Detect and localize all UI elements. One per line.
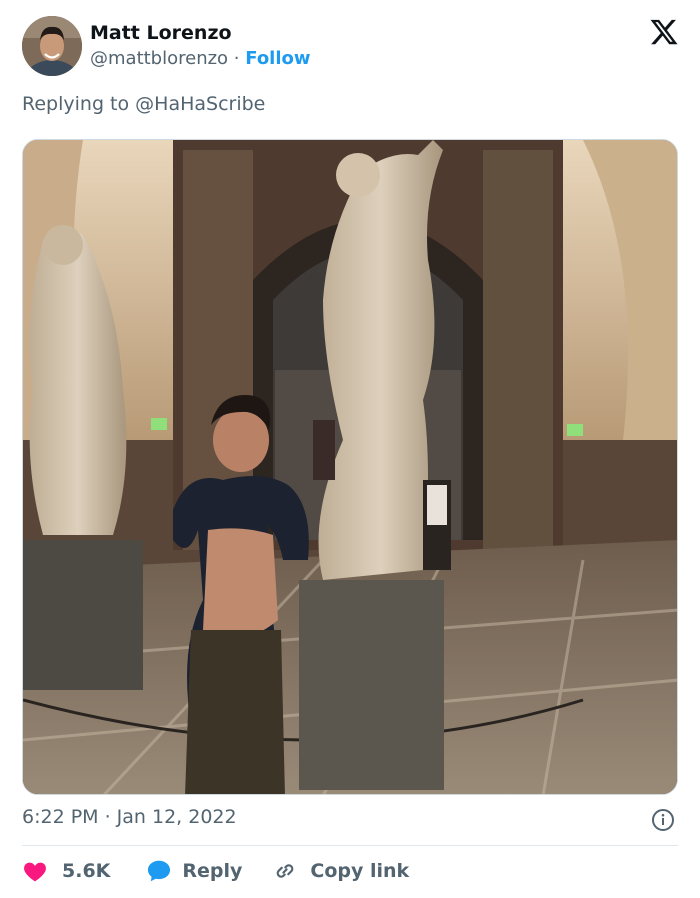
- like-count: 5.6K: [62, 860, 111, 882]
- follow-button[interactable]: Follow: [245, 48, 310, 69]
- speech-bubble-icon: [146, 858, 172, 884]
- replying-to-text[interactable]: Replying to @HaHaScribe: [22, 93, 265, 115]
- avatar[interactable]: [22, 16, 82, 76]
- x-logo-icon[interactable]: [649, 17, 679, 47]
- tweet-actions: 5.6K Reply Copy link: [22, 857, 409, 885]
- author-handle-row: @mattblorenzo · Follow: [90, 48, 311, 69]
- tweet-embed-card: Matt Lorenzo @mattblorenzo · Follow Repl…: [0, 0, 700, 898]
- divider: [22, 845, 678, 846]
- reply-label: Reply: [182, 860, 243, 882]
- link-icon: [272, 858, 298, 884]
- separator-dot: ·: [228, 48, 246, 69]
- tweet-photo[interactable]: [22, 139, 678, 795]
- author-name[interactable]: Matt Lorenzo: [90, 22, 232, 44]
- copy-link-label: Copy link: [310, 860, 410, 882]
- copy-link-button[interactable]: Copy link: [272, 858, 409, 884]
- heart-icon: [22, 858, 48, 884]
- reply-button[interactable]: Reply: [146, 858, 242, 884]
- like-button[interactable]: 5.6K: [22, 858, 110, 884]
- tweet-timestamp[interactable]: 6:22 PM · Jan 12, 2022: [22, 806, 237, 828]
- info-icon[interactable]: [651, 808, 675, 832]
- author-handle[interactable]: @mattblorenzo: [90, 48, 228, 69]
